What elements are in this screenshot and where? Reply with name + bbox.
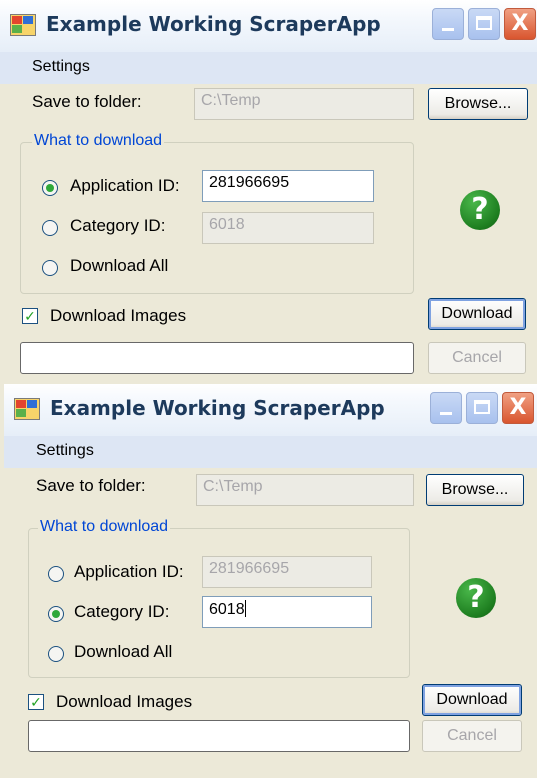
download-images-label[interactable]: Download Images — [50, 306, 186, 326]
minimize-icon — [442, 28, 454, 31]
close-icon: X — [509, 395, 527, 420]
progress-bar — [20, 342, 414, 374]
cancel-button[interactable]: Cancel — [428, 342, 526, 374]
menu-settings[interactable]: Settings — [32, 58, 90, 76]
text-caret — [244, 600, 246, 617]
download-all-radio[interactable] — [42, 260, 58, 276]
minimize-button[interactable] — [432, 8, 464, 40]
download-all-label[interactable]: Download All — [70, 256, 168, 276]
window-title: Example Working ScraperApp — [50, 396, 385, 420]
maximize-button[interactable] — [468, 8, 500, 40]
download-images-checkbox[interactable]: ✓ — [22, 308, 38, 324]
download-button[interactable]: Download — [428, 298, 526, 330]
form-body: Save to folder: C:\Temp Browse... What t… — [0, 84, 537, 384]
app-icon[interactable] — [14, 398, 40, 420]
title-bar[interactable]: Example Working ScraperApp X — [0, 0, 537, 52]
maximize-icon — [474, 400, 490, 414]
category-id-radio[interactable] — [42, 220, 58, 236]
save-folder-label: Save to folder: — [36, 476, 146, 495]
download-images-checkbox[interactable]: ✓ — [28, 694, 44, 710]
group-title: What to download — [32, 132, 165, 150]
download-images-label[interactable]: Download Images — [56, 692, 192, 712]
save-folder-field[interactable]: C:\Temp — [196, 474, 414, 506]
application-id-radio[interactable] — [48, 566, 64, 582]
menu-bar: Settings — [0, 52, 537, 84]
scraper-window-2: Example Working ScraperApp X Settings Sa… — [4, 384, 537, 778]
application-id-label[interactable]: Application ID: — [74, 562, 184, 582]
group-title: What to download — [38, 518, 171, 536]
download-all-label[interactable]: Download All — [74, 642, 172, 662]
form-body: Save to folder: C:\Temp Browse... What t… — [4, 468, 537, 778]
minimize-button[interactable] — [430, 392, 462, 424]
cancel-button[interactable]: Cancel — [422, 720, 522, 752]
scraper-window-1: Example Working ScraperApp X Settings Sa… — [0, 0, 537, 384]
title-bar[interactable]: Example Working ScraperApp X — [4, 384, 537, 436]
download-button[interactable]: Download — [422, 684, 522, 716]
help-icon[interactable]: ? — [456, 578, 496, 618]
maximize-icon — [476, 16, 492, 30]
browse-button[interactable]: Browse... — [426, 474, 524, 506]
application-id-label[interactable]: Application ID: — [70, 176, 180, 196]
application-id-radio[interactable] — [42, 180, 58, 196]
save-folder-field[interactable]: C:\Temp — [194, 88, 414, 120]
download-all-radio[interactable] — [48, 646, 64, 662]
minimize-icon — [440, 412, 452, 415]
application-id-field[interactable]: 281966695 — [202, 170, 374, 202]
close-button[interactable]: X — [502, 392, 534, 424]
progress-bar — [28, 720, 410, 752]
category-id-radio[interactable] — [48, 606, 64, 622]
category-id-label[interactable]: Category ID: — [70, 216, 165, 236]
category-id-label[interactable]: Category ID: — [74, 602, 169, 622]
close-icon: X — [511, 11, 529, 36]
window-title: Example Working ScraperApp — [46, 12, 381, 36]
maximize-button[interactable] — [466, 392, 498, 424]
category-id-field[interactable]: 6018 — [202, 596, 372, 628]
menu-bar: Settings — [4, 436, 537, 468]
application-id-field[interactable]: 281966695 — [202, 556, 372, 588]
help-icon[interactable]: ? — [460, 190, 500, 230]
close-button[interactable]: X — [504, 8, 536, 40]
category-id-field[interactable]: 6018 — [202, 212, 374, 244]
category-id-value: 6018 — [209, 601, 245, 618]
app-icon[interactable] — [10, 14, 36, 36]
menu-settings[interactable]: Settings — [36, 442, 94, 460]
save-folder-label: Save to folder: — [32, 92, 142, 111]
browse-button[interactable]: Browse... — [428, 88, 528, 120]
